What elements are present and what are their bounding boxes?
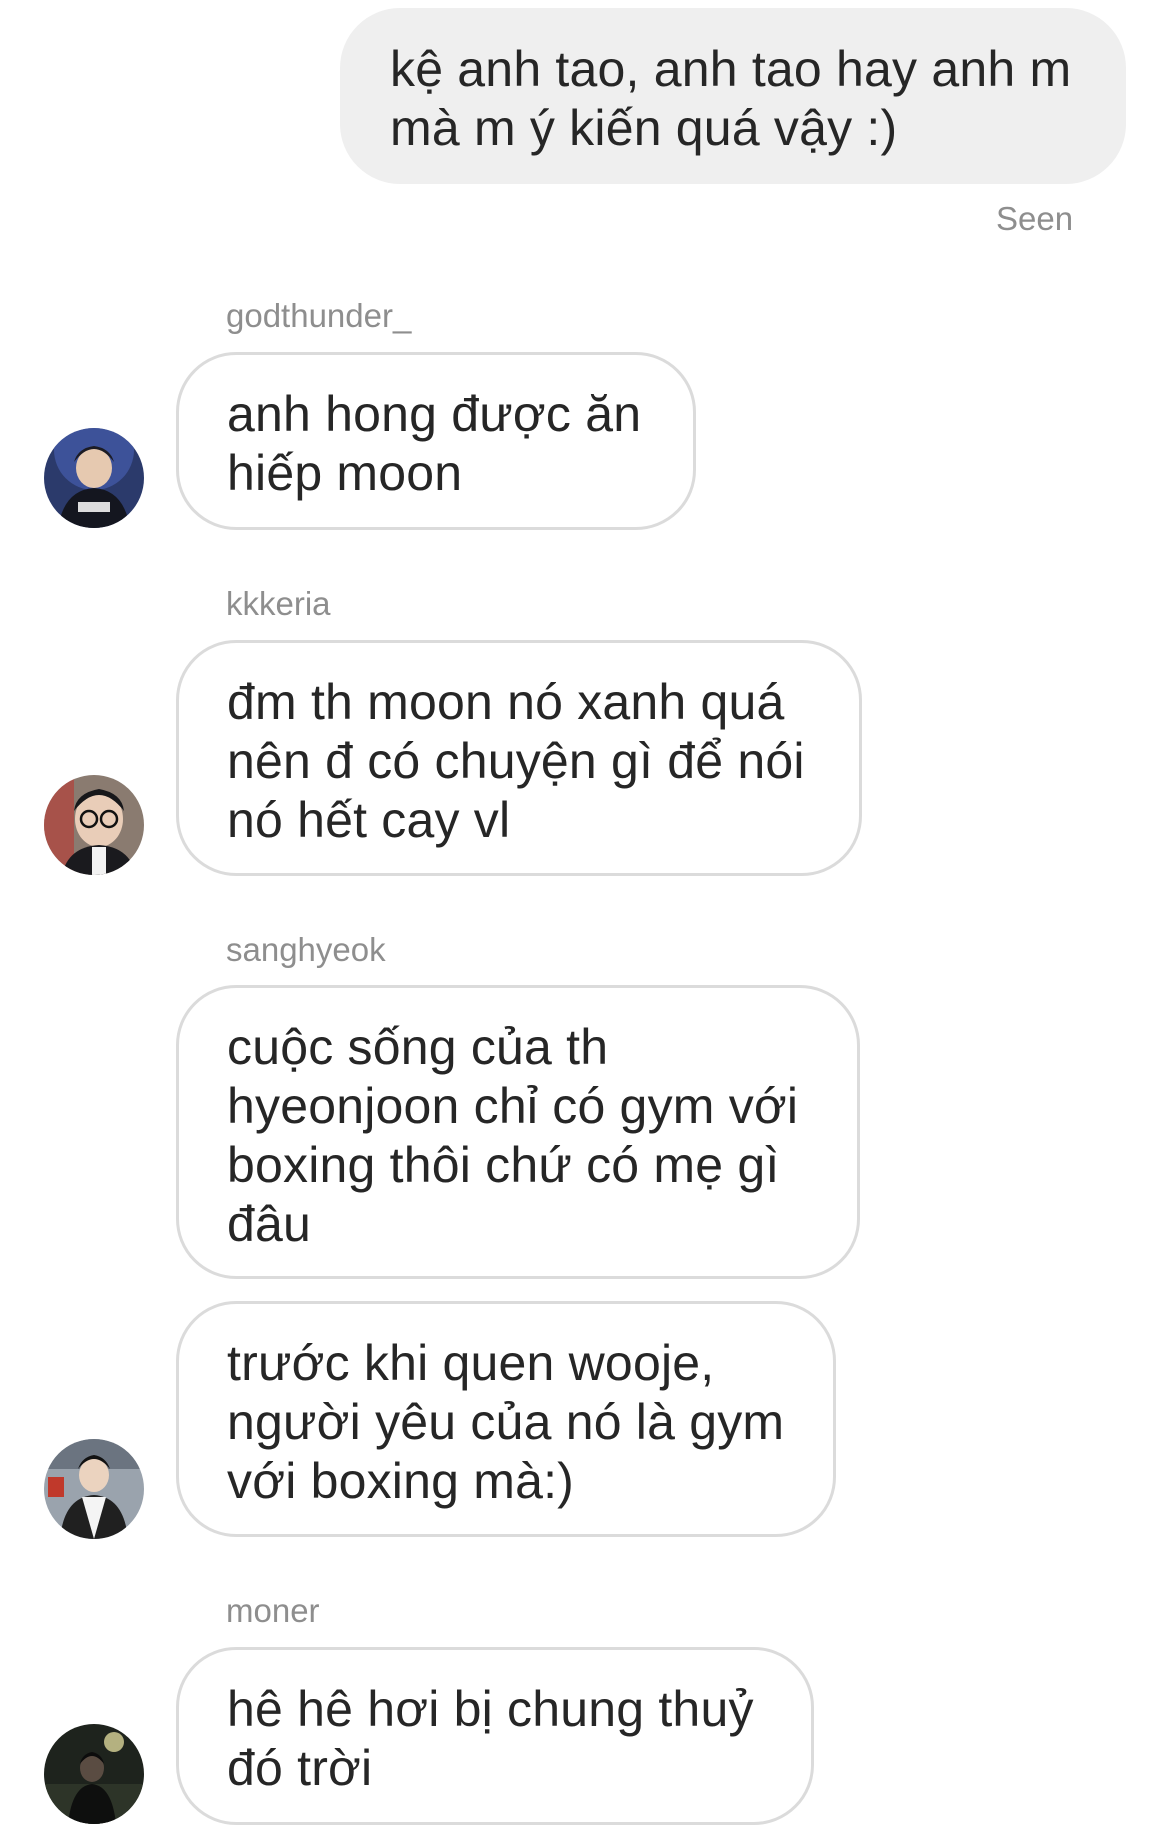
- received-message-bubble[interactable]: cuộc sống của th hyeonjoon chỉ có gym vớ…: [176, 985, 860, 1279]
- avatar[interactable]: [44, 1439, 144, 1539]
- sender-name: godthunder_: [226, 297, 412, 334]
- user-avatar-icon: [44, 775, 144, 875]
- sender-name: sanghyeok: [226, 931, 386, 968]
- received-message-bubble[interactable]: anh hong được ăn hiếp moon: [176, 352, 696, 530]
- sender-name: moner: [226, 1592, 320, 1629]
- user-avatar-icon: [44, 1724, 144, 1824]
- received-message-bubble[interactable]: hê hê hơi bị chung thuỷ đó trời: [176, 1647, 814, 1825]
- avatar[interactable]: [44, 428, 144, 528]
- avatar[interactable]: [44, 1724, 144, 1824]
- received-message-bubble[interactable]: trước khi quen wooje, người yêu của nó l…: [176, 1301, 836, 1537]
- seen-status: Seen: [996, 200, 1074, 237]
- avatar[interactable]: [44, 775, 144, 875]
- user-avatar-icon: [44, 1439, 144, 1539]
- received-message-bubble[interactable]: đm th moon nó xanh quá nên đ có chuyện g…: [176, 640, 862, 876]
- sent-message-bubble[interactable]: kệ anh tao, anh tao hay anh m mà m ý kiế…: [340, 8, 1126, 184]
- sender-name: kkkeria: [226, 585, 331, 622]
- user-avatar-icon: [44, 428, 144, 528]
